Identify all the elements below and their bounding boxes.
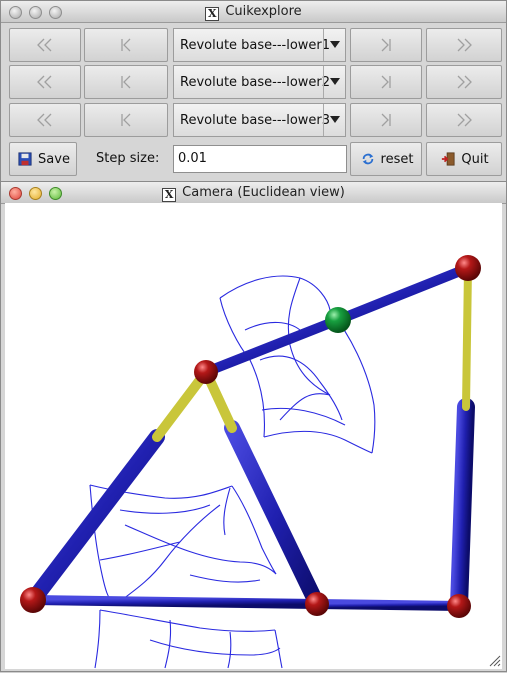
cuikexplore-titlebar[interactable]: X Cuikexplore — [1, 1, 506, 23]
base-link-bottom-right — [312, 599, 464, 611]
window-title: Cuikexplore — [225, 4, 302, 19]
dropdown-arrow-icon — [323, 29, 345, 61]
quit-button[interactable]: Quit — [426, 142, 502, 176]
floppy-disk-icon — [16, 152, 34, 166]
joint-select-row1[interactable]: Revolute base---lower1 — [173, 28, 346, 62]
step-size-input[interactable]: 0.01 — [173, 145, 347, 173]
joint-select-value: Revolute base---lower2 — [180, 75, 331, 90]
step-back-button-row3[interactable] — [84, 103, 168, 137]
save-label: Save — [38, 151, 70, 167]
joint-select-row3[interactable]: Revolute base---lower3 — [173, 103, 346, 137]
step-back-button-row2[interactable] — [84, 65, 168, 99]
exit-door-icon — [439, 152, 457, 166]
leg3-lower-link — [450, 398, 475, 615]
skip-forward-icon — [381, 75, 391, 89]
x11-icon: X — [205, 7, 220, 21]
mechanism-scene — [20, 255, 501, 669]
forward-fast-button-row1[interactable] — [426, 28, 502, 62]
joint-platform-right[interactable] — [455, 255, 481, 281]
double-chevron-left-icon — [37, 113, 52, 127]
mechanism-joints — [20, 255, 481, 618]
leg3-upper-link — [462, 264, 472, 411]
step-forward-button-row2[interactable] — [350, 65, 422, 99]
joint-select-value: Revolute base---lower3 — [180, 113, 331, 128]
skip-forward-icon — [381, 113, 391, 127]
double-chevron-right-icon — [457, 75, 472, 89]
x11-icon: X — [162, 188, 177, 202]
skip-back-icon — [121, 113, 131, 127]
leg1-upper-link — [152, 367, 211, 442]
platform-link-left — [201, 315, 343, 377]
joint-select-row2[interactable]: Revolute base---lower2 — [173, 65, 346, 99]
joint-select-value: Revolute base---lower1 — [180, 38, 331, 53]
leg2-lower-link — [224, 420, 325, 612]
step-size-label: Step size: — [96, 151, 160, 166]
reset-button[interactable]: reset — [350, 142, 422, 176]
step-forward-button-row3[interactable] — [350, 103, 422, 137]
skip-back-icon — [121, 75, 131, 89]
refresh-icon — [359, 152, 377, 166]
rewind-fast-button-row3[interactable] — [9, 103, 81, 137]
base-link-bottom-left — [28, 595, 322, 609]
skip-forward-icon — [381, 38, 391, 52]
platform-link-right — [333, 263, 473, 325]
double-chevron-left-icon — [37, 75, 52, 89]
dropdown-arrow-icon — [323, 104, 345, 136]
double-chevron-right-icon — [457, 38, 472, 52]
save-button[interactable]: Save — [9, 142, 77, 176]
step-forward-button-row1[interactable] — [350, 28, 422, 62]
double-chevron-right-icon — [457, 113, 472, 127]
joint-base-right[interactable] — [447, 594, 471, 618]
forward-fast-button-row3[interactable] — [426, 103, 502, 137]
rewind-fast-button-row1[interactable] — [9, 28, 81, 62]
camera-titlebar[interactable]: X Camera (Euclidean view) — [1, 182, 506, 204]
joint-base-left[interactable] — [20, 587, 46, 613]
dropdown-arrow-icon — [323, 66, 345, 98]
skip-back-icon — [121, 38, 131, 52]
leg1-lower-link — [25, 429, 165, 608]
resize-grip-icon[interactable] — [489, 655, 501, 667]
joint-platform-center[interactable] — [325, 307, 351, 333]
joint-platform-left[interactable] — [194, 360, 218, 384]
quit-label: Quit — [461, 151, 489, 167]
cuikexplore-window: X Cuikexplore Revolute base---lower1 Revo… — [0, 0, 507, 182]
forward-fast-button-row2[interactable] — [426, 65, 502, 99]
reset-label: reset — [380, 151, 414, 167]
camera-window-title: Camera (Euclidean view) — [182, 185, 345, 200]
double-chevron-left-icon — [37, 38, 52, 52]
step-back-button-row1[interactable] — [84, 28, 168, 62]
joint-base-middle[interactable] — [305, 592, 329, 616]
camera-viewport[interactable] — [5, 203, 502, 669]
rewind-fast-button-row2[interactable] — [9, 65, 81, 99]
